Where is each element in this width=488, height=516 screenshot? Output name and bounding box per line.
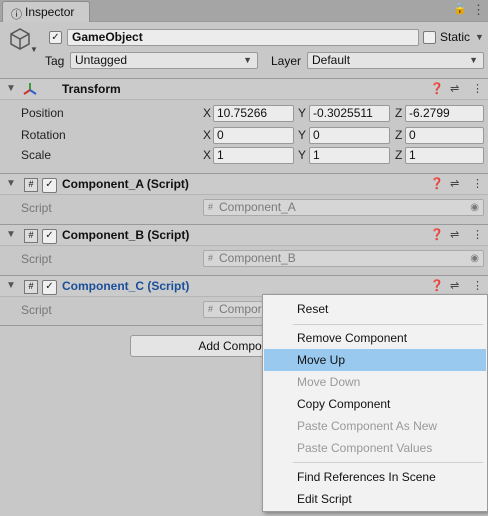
rotation-x-input[interactable]: 0: [213, 127, 294, 144]
gameobject-cube-icon[interactable]: [8, 27, 32, 53]
script-name: Component_B: [219, 251, 296, 265]
rotation-label[interactable]: Rotation: [21, 128, 66, 142]
position-y-input[interactable]: -0.3025511: [309, 105, 390, 122]
menu-item-edit-script[interactable]: Edit Script: [264, 488, 486, 510]
transform-title: Transform: [62, 82, 121, 96]
component-c-script-label: Script: [21, 303, 52, 317]
component-a-header[interactable]: ▼ # ✓ Component_A (Script) ❓ ⇌ ⋮: [0, 173, 488, 195]
presets-icon[interactable]: ⇌: [450, 228, 459, 241]
foldout-arrow-icon[interactable]: ▼: [6, 280, 16, 291]
layer-label: Layer: [271, 54, 302, 68]
menu-separator: [293, 324, 483, 325]
component-a-script-label: Script: [21, 201, 52, 215]
more-options-icon[interactable]: ⋮: [472, 279, 483, 292]
script-hash-icon: #: [24, 280, 38, 294]
static-dropdown-arrow[interactable]: ▼: [475, 32, 484, 42]
layer-value: Default: [312, 53, 351, 67]
position-x-label[interactable]: X: [203, 106, 211, 120]
lock-icon[interactable]: 🔒: [453, 2, 467, 15]
tag-dropdown[interactable]: Untagged ▼: [70, 52, 258, 69]
component-a-script-field[interactable]: # Component_A ◉: [203, 199, 484, 216]
menu-item-copy-component[interactable]: Copy Component: [264, 393, 486, 415]
object-name-input[interactable]: GameObject: [67, 29, 419, 46]
scale-z-input[interactable]: 1: [405, 147, 484, 164]
component-c-script-field[interactable]: # Compor: [203, 301, 263, 318]
position-x-input[interactable]: 10.75266: [213, 105, 294, 122]
tag-label: Tag: [45, 54, 65, 68]
more-options-icon[interactable]: ⋮: [472, 82, 483, 95]
foldout-arrow-icon[interactable]: ▼: [6, 83, 16, 94]
presets-icon[interactable]: ⇌: [450, 279, 459, 292]
scale-label[interactable]: Scale: [21, 148, 51, 162]
menu-separator: [293, 462, 483, 463]
foldout-arrow-icon[interactable]: ▼: [6, 178, 16, 189]
scale-y-label[interactable]: Y: [298, 148, 306, 162]
component-b-script-field[interactable]: # Component_B ◉: [203, 250, 484, 267]
tab-inspector[interactable]: ⓘ Inspector: [2, 1, 90, 22]
component-context-menu: Reset Remove Component Move Up Move Down…: [262, 294, 488, 512]
position-z-input[interactable]: -6.2799: [405, 105, 484, 122]
component-b-header[interactable]: ▼ # ✓ Component_B (Script) ❓ ⇌ ⋮: [0, 224, 488, 246]
menu-item-remove-component[interactable]: Remove Component: [264, 327, 486, 349]
rotation-y-label[interactable]: Y: [298, 128, 306, 142]
component-c-enabled-checkbox[interactable]: ✓: [42, 280, 57, 295]
rotation-x-label[interactable]: X: [203, 128, 211, 142]
info-icon: ⓘ: [11, 9, 22, 21]
rotation-z-input[interactable]: 0: [405, 127, 484, 144]
more-options-icon[interactable]: ⋮: [472, 2, 485, 18]
script-file-icon: #: [208, 202, 214, 212]
component-a-enabled-checkbox[interactable]: ✓: [42, 178, 57, 193]
chevron-down-icon: ▼: [243, 55, 252, 65]
component-c-title: Component_C (Script): [62, 279, 190, 293]
transform-header[interactable]: ▼ Transform ❓ ⇌ ⋮: [0, 78, 488, 100]
script-hash-icon: #: [24, 178, 38, 192]
position-y-label[interactable]: Y: [298, 106, 306, 120]
component-a-title: Component_A (Script): [62, 177, 189, 191]
help-icon[interactable]: ❓: [430, 177, 444, 190]
menu-item-paste-component-as-new: Paste Component As New: [297, 419, 438, 433]
scale-z-label[interactable]: Z: [395, 148, 402, 162]
menu-item-find-references[interactable]: Find References In Scene: [264, 466, 486, 488]
tab-label: Inspector: [25, 5, 75, 19]
object-picker-icon[interactable]: ◉: [470, 200, 479, 215]
script-name: Compor: [219, 302, 262, 316]
script-name: Component_A: [219, 200, 296, 214]
chevron-down-icon: ▼: [469, 55, 478, 65]
position-label[interactable]: Position: [21, 106, 64, 120]
script-file-icon: #: [208, 253, 214, 263]
scale-x-label[interactable]: X: [203, 148, 211, 162]
menu-item-move-down: Move Down: [297, 375, 361, 389]
component-b-title: Component_B (Script): [62, 228, 190, 242]
layer-dropdown[interactable]: Default ▼: [307, 52, 484, 69]
tag-value: Untagged: [75, 53, 128, 67]
scale-x-input[interactable]: 1: [213, 147, 294, 164]
more-options-icon[interactable]: ⋮: [472, 228, 483, 241]
tab-bar: ⓘ Inspector 🔒 ⋮: [0, 0, 488, 22]
rotation-z-label[interactable]: Z: [395, 128, 402, 142]
scale-y-input[interactable]: 1: [309, 147, 390, 164]
static-label: Static: [440, 30, 471, 44]
static-checkbox[interactable]: [423, 31, 436, 44]
rotation-y-input[interactable]: 0: [309, 127, 390, 144]
icon-dropdown-arrow[interactable]: ▼: [30, 45, 38, 54]
script-hash-icon: #: [24, 229, 38, 243]
presets-icon[interactable]: ⇌: [450, 82, 459, 95]
component-b-script-label: Script: [21, 252, 52, 266]
component-b-enabled-checkbox[interactable]: ✓: [42, 229, 57, 244]
help-icon[interactable]: ❓: [430, 279, 444, 292]
help-icon[interactable]: ❓: [430, 228, 444, 241]
script-file-icon: #: [208, 304, 214, 314]
menu-item-paste-component-values: Paste Component Values: [297, 441, 433, 455]
active-checkbox[interactable]: ✓: [49, 31, 62, 44]
menu-item-move-up[interactable]: Move Up: [264, 349, 486, 371]
foldout-arrow-icon[interactable]: ▼: [6, 229, 16, 240]
help-icon[interactable]: ❓: [430, 82, 444, 95]
more-options-icon[interactable]: ⋮: [472, 177, 483, 190]
menu-item-reset[interactable]: Reset: [264, 298, 486, 320]
presets-icon[interactable]: ⇌: [450, 177, 459, 190]
position-z-label[interactable]: Z: [395, 106, 402, 120]
transform-axes-icon: [23, 83, 37, 95]
object-picker-icon[interactable]: ◉: [470, 251, 479, 266]
